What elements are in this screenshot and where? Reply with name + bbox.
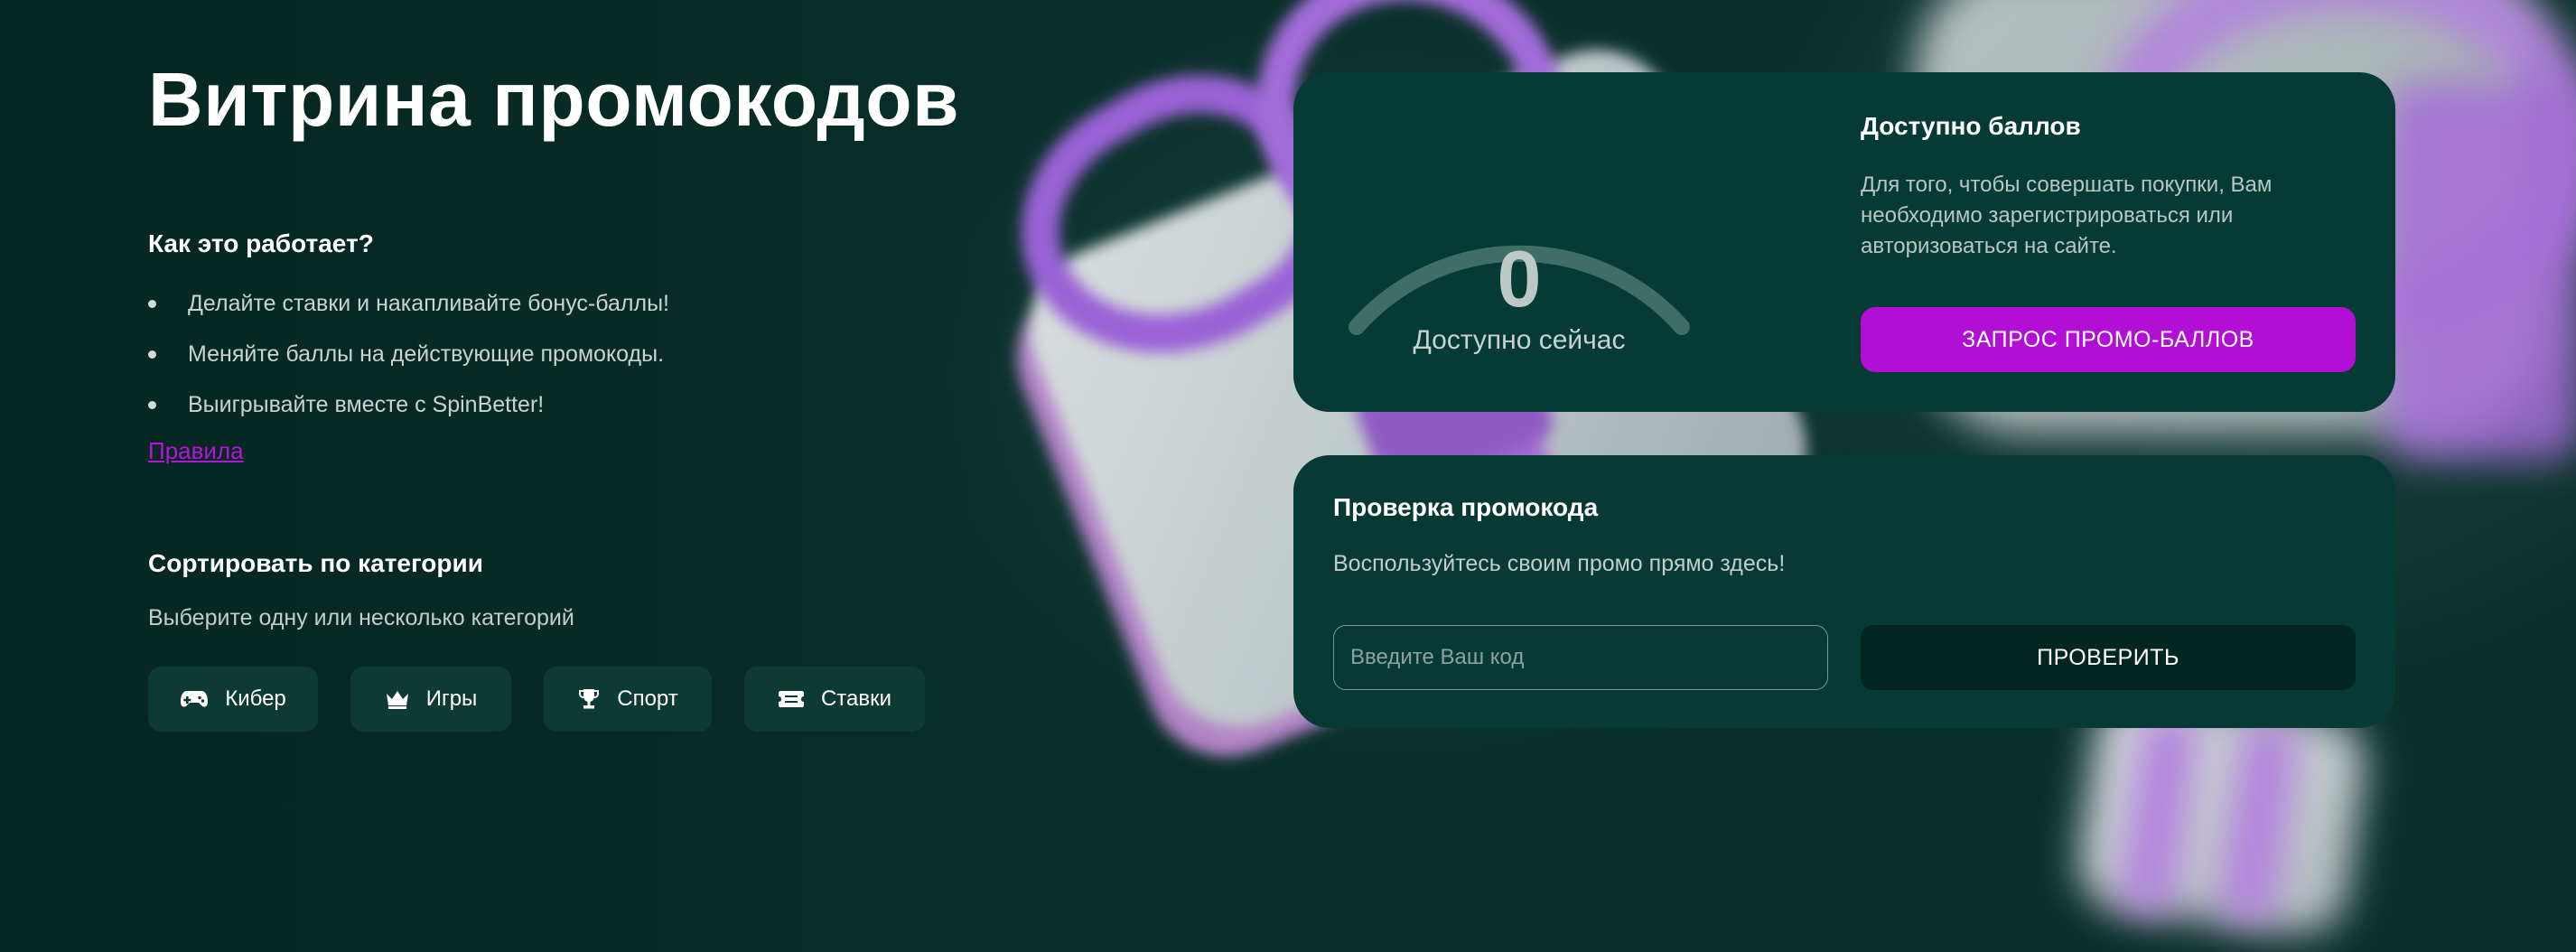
category-label: Кибер: [225, 686, 286, 711]
points-title: Доступно баллов: [1861, 112, 2081, 140]
category-button-games[interactable]: Игры: [350, 667, 511, 732]
page-title: Витрина промокодов: [148, 57, 960, 142]
list-item: Выигрывайте вместе с SpinBetter!: [148, 387, 669, 437]
promo-code-input[interactable]: [1333, 625, 1828, 690]
gift-ribbon-right: [2385, 81, 2576, 461]
promo-check-subtitle: Воспользуйтесь своим промо прямо здесь!: [1333, 551, 1786, 576]
category-label: Игры: [425, 686, 478, 711]
check-promo-button[interactable]: ПРОВЕРИТЬ: [1861, 625, 2356, 690]
category-button-sport[interactable]: Спорт: [544, 667, 712, 732]
request-promo-points-button[interactable]: ЗАПРОС ПРОМО-БАЛЛОВ: [1861, 307, 2356, 372]
how-it-works-list: Делайте ставки и накапливайте бонус-балл…: [148, 285, 669, 437]
points-description: Для того, чтобы совершать покупки, Вам н…: [1861, 173, 2273, 258]
points-caption: Доступно сейчас: [1413, 325, 1626, 355]
sort-subtitle: Выберите одну или несколько категорий: [148, 605, 574, 630]
gamepad-icon: [180, 688, 209, 710]
bullet-icon: [148, 300, 156, 308]
category-label: Ставки: [820, 686, 892, 711]
bullet-icon: [148, 401, 156, 409]
category-button-bets[interactable]: Ставки: [744, 667, 925, 732]
how-it-works-title: Как это работает?: [148, 229, 374, 257]
points-card: 0 Доступно сейчас Доступно баллов Для то…: [1293, 72, 2395, 412]
rules-link[interactable]: Правила: [148, 437, 244, 465]
promo-check-title: Проверка промокода: [1333, 493, 1599, 521]
list-item-text: Делайте ставки и накапливайте бонус-балл…: [188, 291, 669, 316]
list-item-text: Выигрывайте вместе с SpinBetter!: [188, 392, 545, 417]
list-item-text: Меняйте баллы на действующие промокоды.: [188, 341, 665, 367]
category-button-cyber[interactable]: Кибер: [148, 667, 318, 732]
points-value: 0: [1497, 234, 1542, 323]
category-label: Спорт: [617, 686, 678, 711]
ticket-icon: [778, 689, 805, 709]
bullet-icon: [148, 350, 156, 359]
sort-title: Сортировать по категории: [148, 549, 483, 577]
list-item: Меняйте баллы на действующие промокоды.: [148, 336, 669, 387]
crown-icon: [385, 688, 410, 710]
trophy-icon: [577, 687, 601, 711]
promo-check-card: Проверка промокода Воспользуйтесь своим …: [1293, 455, 2395, 728]
list-item: Делайте ставки и накапливайте бонус-балл…: [148, 285, 669, 336]
